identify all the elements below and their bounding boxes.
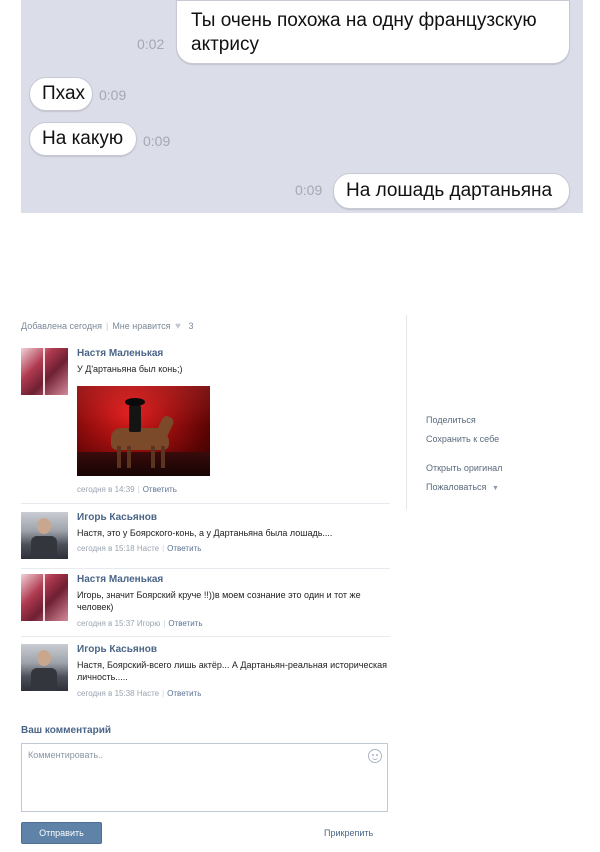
like-count: 3 bbox=[188, 321, 194, 331]
message-text: Ты очень похожа на одну французскую актр… bbox=[191, 10, 537, 55]
comment-author[interactable]: Настя Маленькая bbox=[77, 574, 163, 585]
comment-placeholder: Комментировать.. bbox=[28, 750, 104, 760]
report-label: Пожаловаться bbox=[426, 482, 487, 492]
message-time: 0:09 bbox=[99, 87, 127, 103]
message-time: 0:02 bbox=[137, 36, 165, 52]
reply-link[interactable]: Ответить bbox=[167, 689, 201, 698]
message-bubble: На какую bbox=[29, 122, 137, 156]
chevron-down-icon: ▼ bbox=[491, 485, 499, 492]
avatar[interactable] bbox=[21, 512, 68, 559]
comment-author[interactable]: Игорь Касьянов bbox=[77, 512, 157, 523]
attach-link[interactable]: Прикрепить bbox=[324, 828, 373, 838]
post-added-label: Добавлена сегодня bbox=[21, 321, 102, 331]
report-link[interactable]: Пожаловаться ▼ bbox=[426, 482, 499, 492]
avatar[interactable] bbox=[21, 348, 68, 395]
comment-footer: сегодня в 15:18 Насте | Ответить bbox=[77, 544, 202, 553]
comment-item: Игорь Касьянов Настя, это у Боярского-ко… bbox=[21, 512, 390, 574]
comment-item: Настя Маленькая Игорь, значит Боярский к… bbox=[21, 574, 390, 640]
comment-time: сегодня в 15:38 bbox=[77, 689, 135, 698]
send-button[interactable]: Отправить bbox=[21, 822, 102, 844]
comment-addressee[interactable]: Насте bbox=[137, 689, 159, 698]
comment-author[interactable]: Настя Маленькая bbox=[77, 348, 163, 359]
message-time: 0:09 bbox=[143, 133, 171, 149]
save-link[interactable]: Сохранить к себе bbox=[426, 434, 499, 444]
message-time: 0:09 bbox=[295, 182, 323, 198]
post-meta: Добавлена сегодня | Мне нравится ♥ 3 bbox=[21, 321, 194, 332]
smile-icon[interactable] bbox=[368, 749, 382, 763]
comment-footer: сегодня в 14:39 | Ответить bbox=[77, 485, 177, 494]
share-link[interactable]: Поделиться bbox=[426, 415, 476, 425]
comment-form-title: Ваш комментарий bbox=[21, 725, 112, 736]
heart-icon[interactable]: ♥ bbox=[175, 322, 184, 332]
comment-time: сегодня в 15:18 bbox=[77, 544, 135, 553]
comment-time: сегодня в 14:39 bbox=[77, 485, 135, 494]
message-bubble: Пхах bbox=[29, 77, 93, 111]
message-text: Пхах bbox=[42, 83, 86, 104]
comment-footer: сегодня в 15:37 Игорю | Ответить bbox=[77, 619, 203, 628]
comment-author[interactable]: Игорь Касьянов bbox=[77, 644, 157, 655]
comment-text: Настя, Боярский-всего лишь актёр... А Да… bbox=[77, 660, 387, 682]
comment-text: У Д'артаньяна был конь;) bbox=[77, 364, 183, 374]
comment-item: Игорь Касьянов Настя, Боярский-всего лиш… bbox=[21, 644, 390, 706]
sidebar-divider bbox=[406, 315, 407, 510]
reply-link[interactable]: Ответить bbox=[167, 544, 201, 553]
comment-time: сегодня в 15:37 bbox=[77, 619, 135, 628]
avatar[interactable] bbox=[21, 574, 68, 621]
comment-addressee[interactable]: Насте bbox=[137, 544, 159, 553]
comment-footer: сегодня в 15:38 Насте | Ответить bbox=[77, 689, 202, 698]
message-text: На лошадь дартаньяна bbox=[346, 180, 553, 201]
comment-text: Настя, это у Боярского-конь, а у Дартань… bbox=[77, 528, 333, 538]
message-bubble: Ты очень похожа на одну французскую актр… bbox=[176, 0, 570, 64]
comment-input[interactable]: Комментировать.. bbox=[21, 743, 388, 812]
rider-shape bbox=[129, 404, 141, 432]
message-text: На какую bbox=[42, 128, 124, 149]
comment-addressee[interactable]: Игорю bbox=[137, 619, 160, 628]
chat-screenshot: Ты очень похожа на одну французскую актр… bbox=[21, 0, 583, 213]
comment-text: Игорь, значит Боярский круче !!))в моем … bbox=[77, 590, 361, 612]
comment-item: Настя Маленькая У Д'артаньяна был конь;)… bbox=[21, 348, 390, 508]
attached-photo[interactable] bbox=[77, 386, 210, 476]
open-original-link[interactable]: Открыть оригинал bbox=[426, 463, 502, 473]
reply-link[interactable]: Ответить bbox=[168, 619, 202, 628]
like-link[interactable]: Мне нравится bbox=[112, 321, 170, 331]
message-bubble: На лошадь дартаньяна bbox=[333, 173, 570, 209]
reply-link[interactable]: Ответить bbox=[143, 485, 177, 494]
avatar[interactable] bbox=[21, 644, 68, 691]
